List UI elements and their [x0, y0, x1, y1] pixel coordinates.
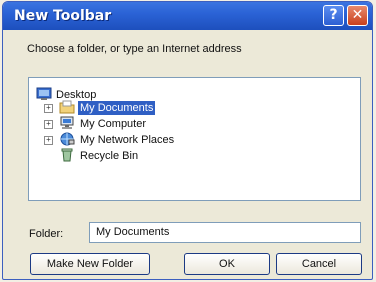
expand-toggle[interactable]: + — [44, 104, 53, 113]
ok-button[interactable]: OK — [184, 253, 270, 275]
folder-tree[interactable]: Desktop + My Documents + My Computer + M… — [28, 77, 361, 201]
cancel-button[interactable]: Cancel — [276, 253, 362, 275]
title-bar[interactable]: New Toolbar ? ✕ — [3, 2, 372, 30]
tree-item-recycle-bin[interactable]: Recycle Bin — [29, 148, 349, 164]
folder-input[interactable]: My Documents — [89, 222, 361, 243]
tree-item-my-computer[interactable]: + My Computer — [29, 116, 349, 132]
make-new-folder-button[interactable]: Make New Folder — [30, 253, 150, 275]
instruction-text: Choose a folder, or type an Internet add… — [27, 43, 242, 55]
dialog-title: New Toolbar — [14, 8, 112, 24]
tree-item-label: My Network Places — [80, 134, 175, 146]
tree-item-label: Recycle Bin — [80, 150, 139, 162]
tree-item-label: My Documents — [78, 101, 156, 115]
tree-item-my-network-places[interactable]: + My Network Places — [29, 132, 349, 148]
close-button[interactable]: ✕ — [347, 5, 368, 26]
tree-item-label: My Computer — [80, 118, 147, 130]
expand-toggle[interactable]: + — [44, 120, 53, 129]
network-icon — [60, 132, 75, 146]
computer-icon — [60, 116, 74, 129]
folder-icon — [59, 100, 75, 114]
help-button[interactable]: ? — [323, 5, 344, 26]
desktop-icon — [36, 87, 52, 100]
expand-toggle[interactable]: + — [44, 136, 53, 145]
recycle-bin-icon — [61, 148, 73, 162]
tree-item-my-documents[interactable]: + My Documents — [29, 100, 349, 116]
folder-label: Folder: — [29, 228, 64, 240]
new-toolbar-dialog: New Toolbar ? ✕ Choose a folder, or type… — [2, 1, 373, 280]
